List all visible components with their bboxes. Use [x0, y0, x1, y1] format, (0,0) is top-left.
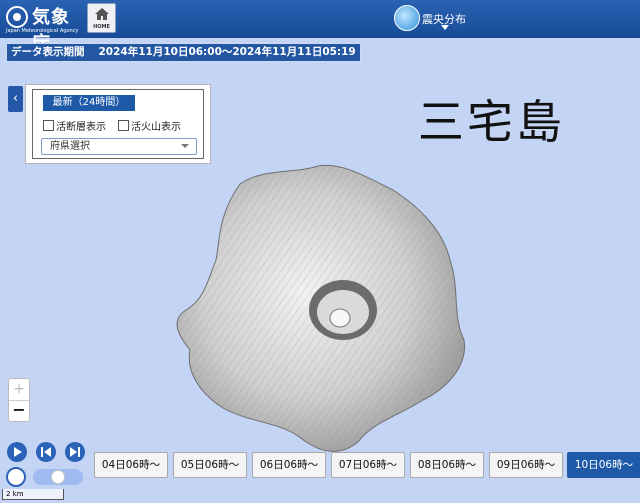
timeline-day-button[interactable]: 10日06時～ — [567, 452, 640, 478]
timeline-day-button[interactable]: 06日06時～ — [252, 452, 326, 478]
compass-icon[interactable] — [6, 467, 26, 487]
zoom-out-button[interactable]: − — [9, 401, 29, 421]
central-cone — [329, 308, 351, 328]
control-panel: 最新（24時間） 活断層表示 活火山表示 府県選択 — [25, 84, 211, 164]
data-period-banner: データ表示期間 2024年11月10日06:00～2024年11月11日05:19 — [6, 43, 361, 62]
step-back-button[interactable] — [36, 442, 56, 462]
home-button[interactable]: HOME — [87, 3, 116, 33]
step-forward-button[interactable] — [65, 442, 85, 462]
play-icon — [14, 447, 22, 457]
skip-forward-icon — [70, 447, 80, 457]
timeline-day-button[interactable]: 07日06時～ — [331, 452, 405, 478]
timeline-day-button[interactable]: 08日06時～ — [410, 452, 484, 478]
latest-24h-button[interactable]: 最新（24時間） — [43, 95, 135, 111]
island-relief-map[interactable] — [168, 160, 468, 460]
prefecture-select[interactable]: 府県選択 — [41, 138, 197, 155]
period-range: 2024年11月10日06:00～2024年11月11日05:19 — [98, 46, 356, 58]
toggle-knob[interactable] — [51, 470, 65, 484]
fault-checkbox[interactable]: 活断層表示 — [43, 118, 106, 133]
home-label: HOME — [93, 24, 110, 30]
skip-back-icon — [41, 447, 51, 457]
house-icon — [95, 8, 109, 20]
animation-toggle[interactable] — [33, 469, 83, 485]
prefecture-select-value: 府県選択 — [50, 141, 90, 152]
jma-logo[interactable]: 気象庁 Japan Meteorological Agency — [6, 4, 86, 54]
chevron-down-icon — [181, 144, 189, 148]
control-panel-frame: 最新（24時間） 活断層表示 活火山表示 府県選択 — [32, 89, 204, 159]
place-name: 三宅島 — [418, 95, 565, 149]
fault-checkbox-box[interactable] — [43, 120, 54, 131]
zoom-in-button[interactable]: + — [9, 379, 29, 401]
collapse-panel-button[interactable]: ‹ — [8, 86, 23, 112]
fault-checkbox-label: 活断層表示 — [56, 122, 106, 133]
jma-emblem-icon — [6, 6, 28, 28]
zoom-control: + − — [8, 378, 30, 422]
scale-bar: 2 km — [2, 489, 64, 500]
header-bar: 気象庁 Japan Meteorological Agency HOME 震央分… — [0, 0, 640, 54]
chevron-down-icon[interactable] — [441, 25, 449, 30]
globe-icon[interactable] — [394, 5, 420, 31]
play-button[interactable] — [7, 442, 27, 462]
period-label: データ表示期間 — [11, 46, 85, 58]
volcano-checkbox-label: 活火山表示 — [131, 122, 181, 133]
volcano-checkbox[interactable]: 活火山表示 — [118, 118, 181, 133]
timeline-day-button[interactable]: 09日06時～ — [489, 452, 563, 478]
timeline-day-button[interactable]: 04日06時～ — [94, 452, 168, 478]
timeline-day-button[interactable]: 05日06時～ — [173, 452, 247, 478]
logo-subtitle: Japan Meteorological Agency — [6, 28, 79, 34]
volcano-checkbox-box[interactable] — [118, 120, 129, 131]
